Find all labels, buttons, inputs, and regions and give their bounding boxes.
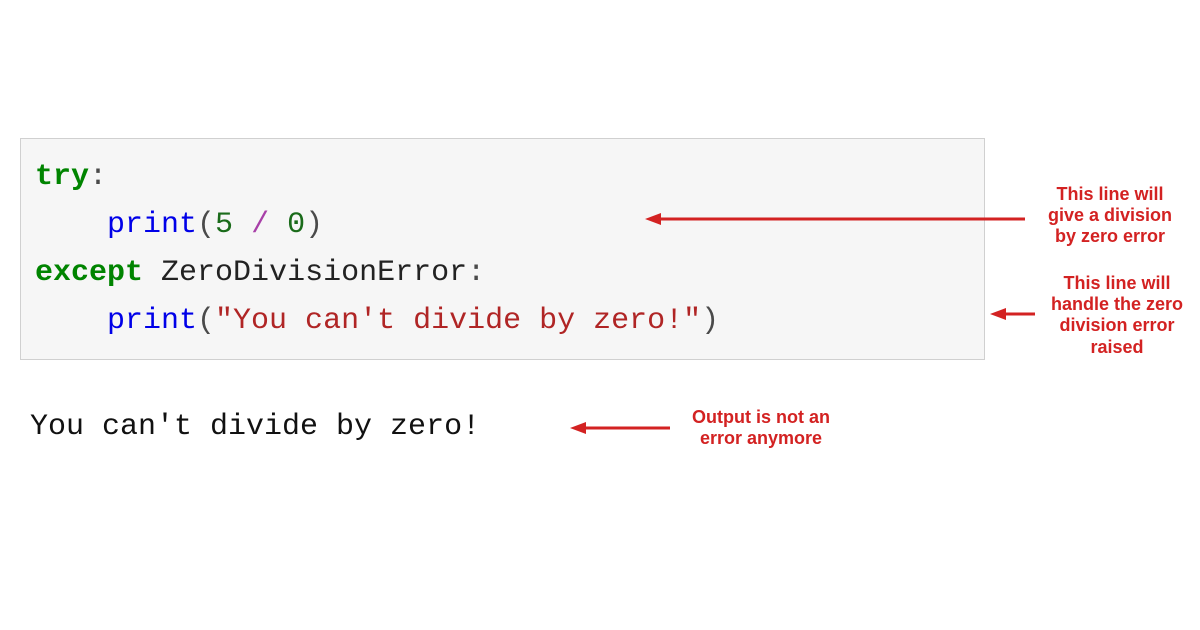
output-text: You can't divide by zero! bbox=[30, 410, 480, 444]
annotation-3: Output is not an error anymore bbox=[676, 407, 846, 449]
paren-close: ) bbox=[305, 208, 323, 242]
colon: : bbox=[467, 256, 485, 290]
number-0: 0 bbox=[287, 208, 305, 242]
arrow-2 bbox=[990, 306, 1035, 308]
code-line-1: try: bbox=[35, 153, 970, 201]
annotation-2: This line will handle the zero division … bbox=[1038, 273, 1196, 358]
annotation-1: This line will give a division by zero e… bbox=[1030, 184, 1190, 248]
exception-name: ZeroDivisionError bbox=[161, 256, 467, 290]
operator-divide: / bbox=[251, 208, 269, 242]
string-literal: "You can't divide by zero!" bbox=[215, 304, 701, 338]
code-block: try: print(5 / 0) except ZeroDivisionErr… bbox=[20, 138, 985, 360]
keyword-except: except bbox=[35, 256, 143, 290]
paren-close: ) bbox=[701, 304, 719, 338]
arrow-1 bbox=[645, 211, 1025, 213]
keyword-try: try bbox=[35, 160, 89, 194]
code-line-3: except ZeroDivisionError: bbox=[35, 249, 970, 297]
fn-print: print bbox=[107, 304, 197, 338]
number-5: 5 bbox=[215, 208, 233, 242]
colon: : bbox=[89, 160, 107, 194]
fn-print: print bbox=[107, 208, 197, 242]
code-line-4: print("You can't divide by zero!") bbox=[35, 297, 970, 345]
paren-open: ( bbox=[197, 208, 215, 242]
paren-open: ( bbox=[197, 304, 215, 338]
arrow-3 bbox=[570, 420, 670, 422]
